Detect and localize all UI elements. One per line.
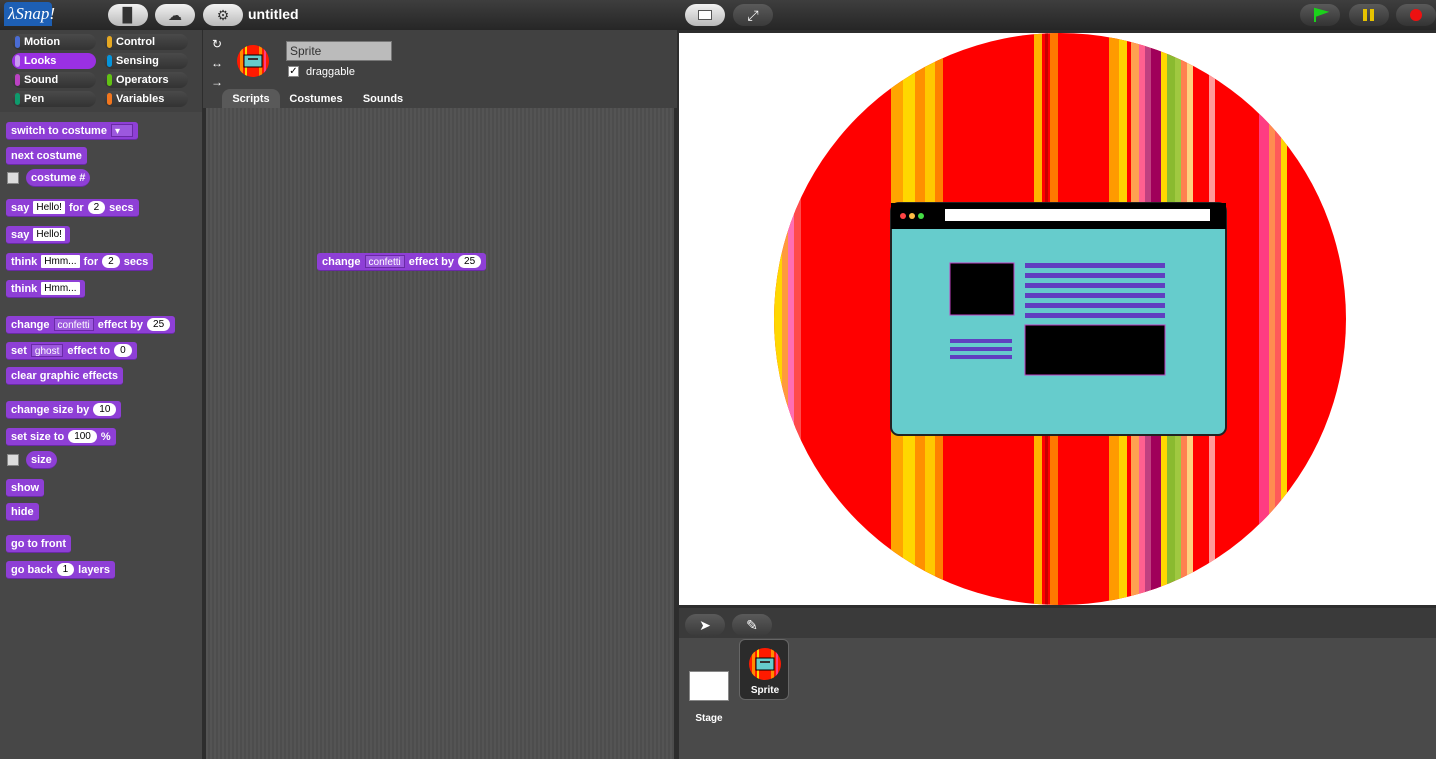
block-size[interactable]: size [26, 451, 57, 469]
category-operators[interactable]: Operators [104, 72, 188, 88]
fullscreen-icon: ⤢ [747, 6, 759, 23]
cloud-button[interactable]: ☁ [155, 4, 195, 26]
stage[interactable] [679, 33, 1436, 605]
block-think[interactable]: think Hmm... [6, 280, 85, 298]
top-bar: λSnap! ▉ ☁ ⚙ untitled ⤢ [0, 0, 1436, 30]
sprite-thumbnail [237, 45, 269, 77]
sprite-name-input[interactable]: Sprite [286, 41, 392, 61]
block-palette[interactable]: switch to costume ▾ next costume costume … [0, 112, 202, 759]
file-icon: ▉ [122, 6, 134, 23]
stop-icon [1410, 9, 1422, 21]
gear-icon: ⚙ [216, 6, 230, 23]
corral-toolbar [679, 608, 1436, 638]
rotate-any-icon[interactable]: ↻ [209, 36, 225, 52]
settings-button[interactable]: ⚙ [203, 4, 243, 26]
rotate-lr-icon[interactable]: ↔ [209, 55, 225, 71]
block-set-effect[interactable]: set ghost effect to 0 [6, 342, 137, 360]
draggable-label: draggable [306, 66, 355, 78]
block-change-size[interactable]: change size by 10 [6, 401, 122, 419]
costume-dropdown[interactable]: ▾ [110, 124, 133, 137]
block-go-back-layers[interactable]: go back 1 layers [6, 561, 115, 579]
sprite-label: Sprite [750, 685, 780, 696]
category-sensing[interactable]: Sensing [104, 53, 188, 69]
add-turtle-sprite-button[interactable]: ➤ [685, 614, 725, 636]
block-think-for-secs[interactable]: think Hmm... for 2 secs [6, 253, 154, 271]
category-sound[interactable]: Sound [12, 72, 96, 88]
tab-sounds[interactable]: Sounds [354, 89, 412, 109]
sprite-on-stage[interactable] [679, 33, 1436, 605]
project-title: untitled [248, 6, 299, 22]
category-selector: Motion Control Looks Sensing Sound Opera… [0, 30, 202, 112]
pause-icon [1363, 9, 1374, 21]
stop-button[interactable] [1396, 4, 1436, 26]
cloud-icon: ☁ [168, 6, 182, 23]
watcher-checkbox[interactable] [7, 172, 19, 184]
block-next-costume[interactable]: next costume [6, 147, 87, 165]
stage-label: Stage [695, 713, 723, 724]
category-motion[interactable]: Motion [12, 34, 96, 50]
snap-logo[interactable]: λSnap! [4, 2, 55, 26]
tab-costumes[interactable]: Costumes [284, 89, 348, 109]
sprite-corral-thumbnail [749, 648, 781, 680]
block-switch-to-costume[interactable]: switch to costume ▾ [6, 122, 138, 140]
category-control[interactable]: Control [104, 34, 188, 50]
block-costume-number[interactable]: costume # [26, 169, 91, 187]
green-flag-button[interactable] [1300, 4, 1340, 26]
stage-thumbnail[interactable] [689, 671, 729, 701]
sprite-icon-selected[interactable]: Sprite [739, 639, 789, 700]
draggable-checkbox[interactable]: ✓ [288, 66, 299, 77]
category-variables[interactable]: Variables [104, 91, 188, 107]
presentation-mode-button[interactable]: ⤢ [733, 4, 773, 26]
block-hide[interactable]: hide [6, 503, 39, 521]
block-change-effect[interactable]: change confetti effect by 25 [6, 316, 176, 334]
file-button[interactable]: ▉ [108, 4, 148, 26]
block-say-for-secs[interactable]: say Hello! for 2 secs [6, 199, 139, 217]
arrow-icon: ➤ [699, 617, 711, 633]
tab-scripts[interactable]: Scripts [222, 89, 280, 109]
paintbrush-icon: ✎ [746, 617, 758, 633]
scripts-area[interactable]: change confetti effect by 25 [206, 108, 674, 759]
stage-size-button[interactable] [685, 4, 725, 26]
no-rotate-icon[interactable]: → [209, 74, 225, 90]
size-watcher-checkbox[interactable] [7, 454, 19, 466]
paint-new-sprite-button[interactable]: ✎ [732, 614, 772, 636]
block-set-size[interactable]: set size to 100% [6, 428, 116, 446]
block-clear-graphic-effects[interactable]: clear graphic effects [6, 367, 123, 385]
normal-stage-icon [698, 10, 712, 20]
pause-button[interactable] [1349, 4, 1389, 26]
category-pen[interactable]: Pen [12, 91, 96, 107]
script-block-change-effect[interactable]: change confetti effect by 25 [317, 253, 487, 271]
green-flag-icon [1314, 7, 1330, 22]
category-looks[interactable]: Looks [12, 53, 96, 69]
block-go-to-front[interactable]: go to front [6, 535, 71, 553]
block-say[interactable]: say Hello! [6, 226, 70, 244]
block-show[interactable]: show [6, 479, 45, 497]
